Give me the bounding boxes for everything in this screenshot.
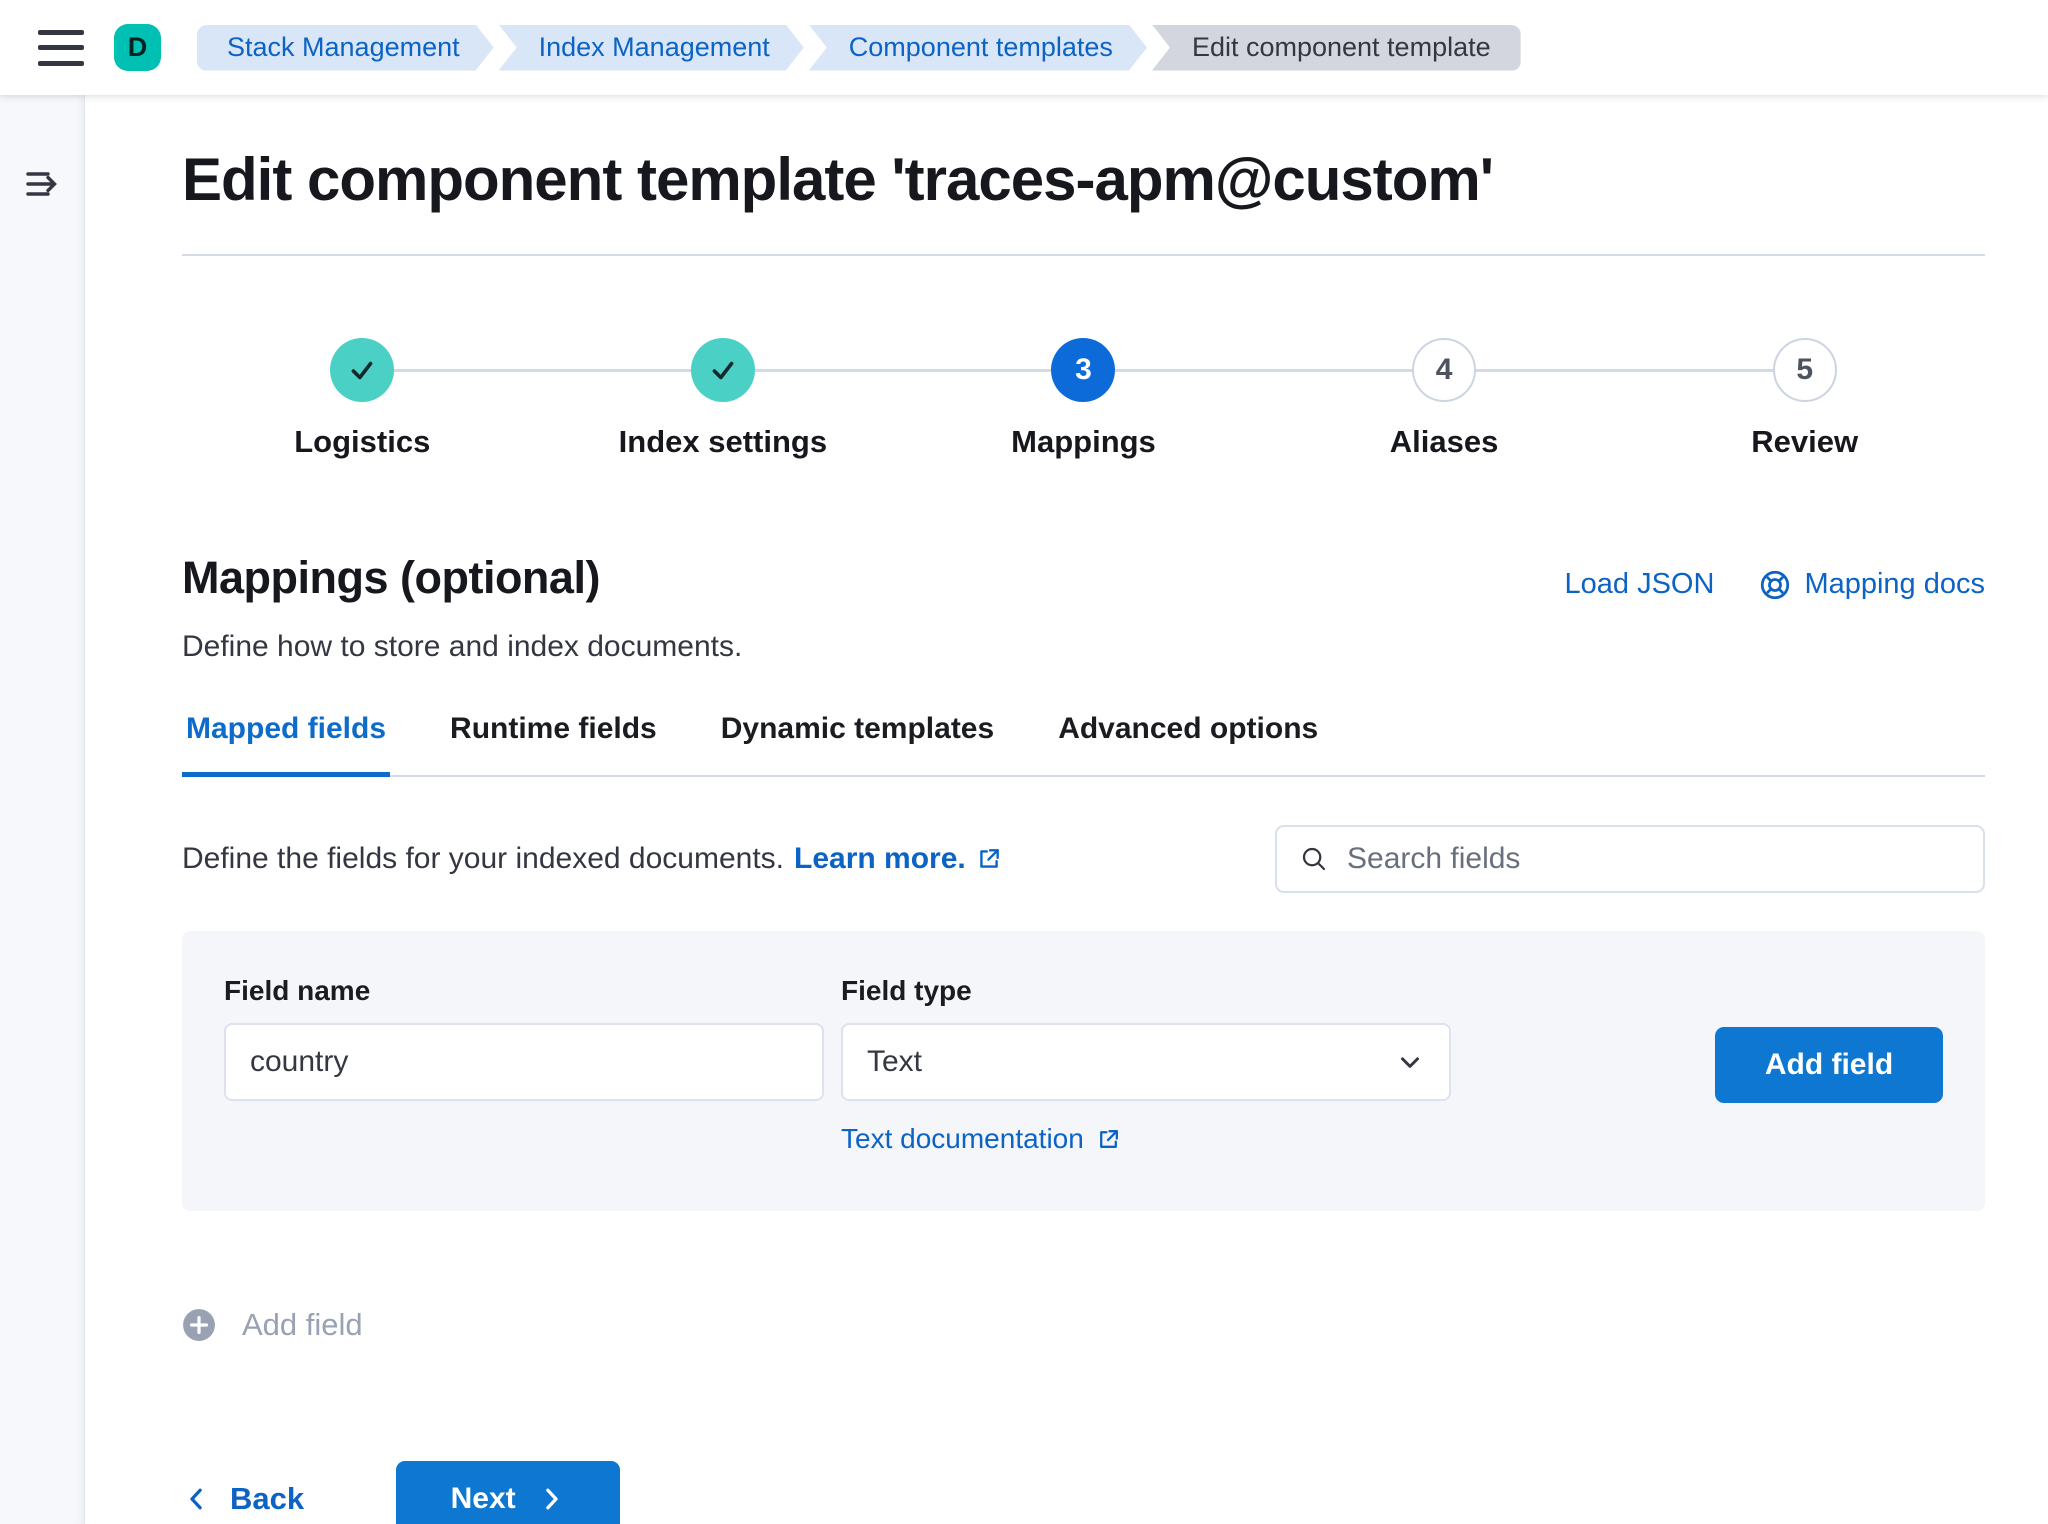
magnifier-icon — [1299, 844, 1329, 874]
load-json-link[interactable]: Load JSON — [1565, 568, 1715, 601]
add-field-button[interactable]: Add field — [1715, 1027, 1943, 1103]
add-field-row-label: Add field — [242, 1307, 363, 1343]
step-label: Index settings — [619, 424, 827, 460]
mapping-docs-label: Mapping docs — [1804, 568, 1985, 601]
add-field-panel: Field name Field type Text Text document… — [182, 931, 1985, 1211]
tab-mapped-fields[interactable]: Mapped fields — [182, 706, 390, 777]
section-subtitle: Define how to store and index documents. — [182, 630, 1985, 664]
step-number[interactable]: 3 — [1051, 338, 1115, 402]
expand-sidebar-icon[interactable] — [24, 165, 62, 203]
chevron-down-icon — [1395, 1047, 1425, 1077]
step-label: Review — [1751, 424, 1858, 460]
breadcrumb-component-templates[interactable]: Component templates — [809, 25, 1147, 71]
tab-advanced-options[interactable]: Advanced options — [1054, 706, 1322, 777]
top-header: D Stack Management Index Management Comp… — [0, 0, 2048, 95]
chevron-right-icon — [536, 1484, 566, 1514]
text-documentation-link[interactable]: Text documentation — [841, 1123, 1451, 1155]
next-label: Next — [451, 1482, 516, 1516]
field-name-input[interactable] — [224, 1023, 824, 1101]
tab-runtime-fields[interactable]: Runtime fields — [446, 706, 661, 777]
step-aliases[interactable]: 4 Aliases — [1264, 338, 1625, 460]
lifebuoy-icon — [1758, 568, 1792, 602]
field-type-select[interactable]: Text — [841, 1023, 1451, 1101]
field-type-label: Field type — [841, 975, 1451, 1007]
back-label: Back — [230, 1481, 304, 1517]
breadcrumb-stack-management[interactable]: Stack Management — [197, 25, 494, 71]
learn-more-link[interactable]: Learn more. — [794, 842, 966, 876]
mappings-tabs: Mapped fields Runtime fields Dynamic tem… — [182, 706, 1985, 777]
section-heading: Mappings (optional) — [182, 552, 1565, 604]
next-button[interactable]: Next — [396, 1461, 620, 1524]
step-complete-check-icon[interactable] — [691, 338, 755, 402]
collapsed-nav-sidebar — [0, 95, 85, 1524]
breadcrumb: Stack Management Index Management Compon… — [197, 25, 1526, 71]
page-title: Edit component template 'traces-apm@cust… — [182, 145, 1985, 214]
mapping-docs-link[interactable]: Mapping docs — [1758, 568, 1985, 602]
wizard-stepper: Logistics Index settings 3 Mappings 4 Al… — [182, 338, 1985, 460]
step-number[interactable]: 4 — [1412, 338, 1476, 402]
hamburger-menu-icon[interactable] — [38, 30, 84, 66]
step-label: Aliases — [1390, 424, 1499, 460]
breadcrumb-current-page: Edit component template — [1152, 25, 1521, 71]
search-fields-input[interactable] — [1347, 842, 1961, 876]
field-type-value: Text — [867, 1045, 1395, 1079]
step-label: Mappings — [1011, 424, 1156, 460]
fields-intro-text: Define the fields for your indexed docum… — [182, 842, 1275, 876]
breadcrumb-index-management[interactable]: Index Management — [499, 25, 804, 71]
external-link-icon — [1096, 1127, 1121, 1152]
tab-dynamic-templates[interactable]: Dynamic templates — [717, 706, 998, 777]
back-button[interactable]: Back — [182, 1481, 304, 1517]
search-fields-box[interactable] — [1275, 825, 1985, 893]
title-divider — [182, 254, 1985, 256]
text-documentation-label: Text documentation — [841, 1123, 1084, 1155]
step-index-settings[interactable]: Index settings — [543, 338, 904, 460]
step-mappings-current[interactable]: 3 Mappings — [903, 338, 1264, 460]
main-panel: Edit component template 'traces-apm@cust… — [85, 95, 2048, 1524]
chevron-left-icon — [182, 1484, 212, 1514]
add-field-row[interactable]: Add field — [182, 1307, 363, 1343]
plus-circle-icon — [182, 1308, 216, 1342]
avatar[interactable]: D — [114, 24, 161, 71]
step-logistics[interactable]: Logistics — [182, 338, 543, 460]
external-link-icon — [976, 846, 1002, 872]
step-complete-check-icon[interactable] — [330, 338, 394, 402]
field-name-label: Field name — [224, 975, 824, 1007]
step-label: Logistics — [294, 424, 430, 460]
step-review[interactable]: 5 Review — [1624, 338, 1985, 460]
step-number[interactable]: 5 — [1773, 338, 1837, 402]
